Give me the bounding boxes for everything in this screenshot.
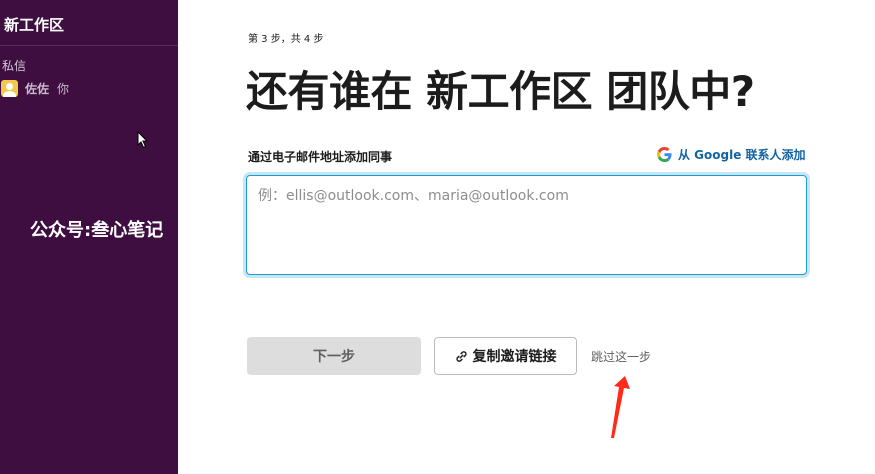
watermark-text: 公众号:叁心笔记 — [30, 220, 164, 241]
link-icon — [455, 350, 467, 362]
google-logo-icon — [657, 147, 672, 162]
user-avatar-icon — [1, 79, 18, 97]
google-contacts-link[interactable]: 从 Google 联系人添加 — [657, 146, 806, 163]
google-link-label: 从 Google 联系人添加 — [678, 148, 806, 162]
main-panel: 第 3 步，共 4 步 还有谁在 新工作区 团队中? 通过电子邮件地址添加同事 … — [178, 0, 875, 474]
red-arrow-annotation — [611, 376, 630, 438]
sidebar: 新工作区 私信 佐佐 你 公众号:叁心笔记 — [0, 0, 178, 474]
mouse-cursor-icon — [137, 131, 149, 149]
copy-invite-link-label: 复制邀请链接 — [472, 349, 557, 365]
copy-invite-link-button[interactable]: 复制邀请链接 — [434, 337, 577, 375]
sidebar-divider — [0, 45, 178, 46]
skip-step-link[interactable]: 跳过这一步 — [591, 348, 651, 365]
dm-self-suffix: 你 — [57, 81, 70, 96]
workspace-name[interactable]: 新工作区 — [4, 14, 64, 35]
sidebar-item-dm-self[interactable]: 佐佐 你 — [0, 78, 69, 98]
step-indicator: 第 3 步，共 4 步 — [248, 34, 324, 45]
dm-user-name: 佐佐 — [25, 81, 50, 96]
dm-section-label[interactable]: 私信 — [2, 57, 26, 74]
email-field-label: 通过电子邮件地址添加同事 — [248, 150, 393, 164]
next-step-button[interactable]: 下一步 — [247, 337, 421, 375]
email-input[interactable] — [246, 175, 807, 275]
page-title: 还有谁在 新工作区 团队中? — [246, 67, 755, 116]
